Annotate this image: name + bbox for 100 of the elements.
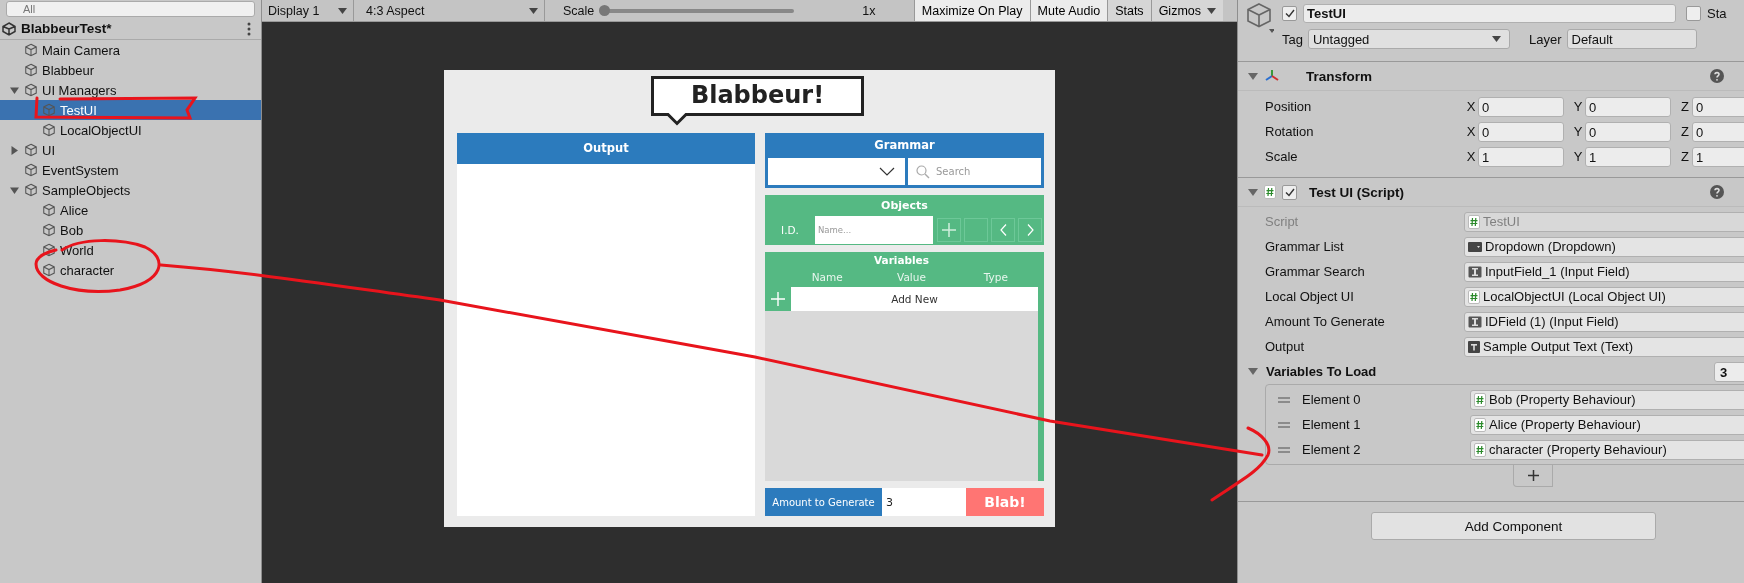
object-reference-field[interactable]: Bob (Property Behaviour) bbox=[1470, 389, 1744, 410]
number-field[interactable]: 0 bbox=[1478, 121, 1564, 142]
toolbar-button[interactable]: Stats bbox=[1107, 0, 1151, 21]
display-dropdown[interactable]: Display 1 bbox=[262, 0, 354, 21]
object-reference-field[interactable]: InputField_1 (Input Field) bbox=[1464, 261, 1744, 282]
help-icon[interactable] bbox=[1710, 185, 1724, 199]
number-field[interactable]: 1 bbox=[1692, 146, 1744, 167]
axis-label: X bbox=[1465, 99, 1477, 114]
expanded-arrow-icon[interactable] bbox=[9, 185, 19, 195]
enabled-checkbox[interactable] bbox=[1282, 184, 1297, 200]
slider-thumb[interactable] bbox=[599, 5, 611, 16]
caret-icon bbox=[338, 7, 347, 14]
toolbar-button[interactable]: Mute Audio bbox=[1029, 0, 1108, 21]
caret-icon bbox=[1491, 36, 1501, 42]
collapsed-arrow-icon[interactable] bbox=[9, 145, 19, 155]
hierarchy-item[interactable]: character bbox=[0, 260, 261, 280]
drag-handle-icon[interactable] bbox=[1278, 396, 1290, 403]
cube-icon bbox=[42, 103, 56, 117]
drag-handle-icon[interactable] bbox=[1278, 421, 1290, 428]
cube-icon bbox=[42, 223, 56, 237]
object-reference-field[interactable]: IDField (1) (Input Field) bbox=[1464, 311, 1744, 332]
object-reference-field[interactable]: character (Property Behaviour) bbox=[1470, 439, 1744, 460]
property-label: Grammar List bbox=[1264, 239, 1345, 254]
number-field[interactable]: 0 bbox=[1478, 96, 1564, 117]
axis-label: X bbox=[1465, 149, 1477, 164]
more-options-icon[interactable] bbox=[247, 21, 251, 36]
checkmark-icon bbox=[1284, 187, 1295, 197]
property-label: Scale bbox=[1264, 149, 1299, 164]
column-header: Value bbox=[896, 270, 927, 285]
plus-icon bbox=[942, 223, 956, 237]
add-new-field[interactable]: Add New bbox=[791, 287, 1038, 311]
search-icon bbox=[916, 164, 930, 179]
aspect-dropdown[interactable]: 4:3 Aspect bbox=[360, 0, 545, 21]
number-field[interactable]: 0 bbox=[1692, 96, 1744, 117]
count-field[interactable]: 3 bbox=[1714, 361, 1744, 382]
axis-label: Z bbox=[1680, 149, 1690, 164]
number-field[interactable]: 1 bbox=[1585, 146, 1671, 167]
search-field[interactable]: All bbox=[6, 1, 255, 17]
hierarchy-item[interactable]: UI Managers bbox=[0, 80, 261, 100]
cube-icon bbox=[24, 163, 38, 177]
object-name-field[interactable]: TestUI bbox=[1303, 3, 1676, 23]
script-icon bbox=[1468, 289, 1480, 304]
object-reference-field[interactable]: LocalObjectUI (Local Object UI) bbox=[1464, 286, 1744, 307]
add-component-button[interactable]: Add Component bbox=[1371, 512, 1656, 540]
object-reference-field[interactable]: Dropdown (Dropdown) bbox=[1464, 236, 1744, 257]
number-field[interactable]: 0 bbox=[1585, 121, 1671, 142]
previous-button[interactable] bbox=[992, 219, 1014, 241]
hierarchy-item[interactable]: Bob bbox=[0, 220, 261, 240]
element-label: Element 0 bbox=[1302, 392, 1362, 407]
help-icon[interactable] bbox=[1710, 69, 1724, 83]
add-element-button[interactable] bbox=[1513, 465, 1553, 487]
active-checkbox[interactable] bbox=[1282, 5, 1297, 21]
expanded-arrow-icon[interactable] bbox=[9, 85, 19, 95]
expanded-arrow-icon[interactable] bbox=[1248, 367, 1258, 376]
property-label: Local Object UI bbox=[1264, 289, 1355, 304]
scene-title: BlabbeurTest* bbox=[21, 21, 113, 36]
tag-dropdown[interactable]: Untagged bbox=[1307, 29, 1510, 49]
input-field-icon bbox=[1468, 265, 1482, 278]
cube-icon bbox=[24, 183, 38, 197]
script-icon bbox=[1474, 417, 1486, 432]
static-checkbox[interactable] bbox=[1686, 5, 1701, 21]
axis-label: Y bbox=[1572, 99, 1584, 114]
hierarchy-item[interactable]: LocalObjectUI bbox=[0, 120, 261, 140]
transform-axes-icon bbox=[1264, 69, 1280, 83]
hierarchy-item[interactable]: SampleObjects bbox=[0, 180, 261, 200]
amount-field[interactable]: 3 bbox=[882, 488, 966, 516]
drag-handle-icon[interactable] bbox=[1278, 446, 1290, 453]
component-title: Test UI (Script) bbox=[1309, 184, 1405, 200]
number-field[interactable]: 0 bbox=[1585, 96, 1671, 117]
checkmark-icon bbox=[1284, 8, 1295, 18]
column-header: Type bbox=[982, 270, 1009, 285]
caret-icon bbox=[529, 7, 538, 14]
hierarchy-item[interactable]: Alice bbox=[0, 200, 261, 220]
expanded-arrow-icon[interactable] bbox=[1248, 187, 1258, 197]
element-label: Element 1 bbox=[1302, 417, 1362, 432]
axis-label: Z bbox=[1680, 124, 1690, 139]
next-button[interactable] bbox=[1019, 219, 1041, 241]
number-field[interactable]: 1 bbox=[1478, 146, 1564, 167]
property-label: Rotation bbox=[1264, 124, 1315, 139]
layer-label: Layer bbox=[1528, 31, 1562, 47]
expanded-arrow-icon[interactable] bbox=[1248, 71, 1258, 81]
hierarchy-item[interactable]: Main Camera bbox=[0, 40, 261, 60]
text-component-icon bbox=[1468, 340, 1480, 353]
object-reference-field[interactable]: Alice (Property Behaviour) bbox=[1470, 414, 1744, 435]
object-reference-field[interactable]: Sample Output Text (Text) bbox=[1464, 336, 1744, 357]
caret-icon bbox=[1207, 7, 1216, 14]
element-label: Element 2 bbox=[1302, 442, 1362, 457]
toolbar-button[interactable]: Maximize On Play bbox=[913, 0, 1030, 21]
unity-logo-icon bbox=[2, 21, 16, 36]
toolbar-button[interactable]: Gizmos bbox=[1150, 0, 1223, 21]
property-label: Grammar Search bbox=[1264, 264, 1366, 279]
hierarchy-item[interactable]: Blabbeur bbox=[0, 60, 261, 80]
id-label: I.D. bbox=[780, 224, 800, 236]
axis-label: Z bbox=[1680, 99, 1690, 114]
layer-dropdown[interactable]: Default bbox=[1566, 29, 1697, 49]
number-field[interactable]: 0 bbox=[1692, 121, 1744, 142]
hierarchy-item[interactable]: UI bbox=[0, 140, 261, 160]
add-variable-button[interactable] bbox=[765, 287, 791, 311]
plus-icon bbox=[771, 292, 785, 306]
hierarchy-item[interactable]: EventSystem bbox=[0, 160, 261, 180]
